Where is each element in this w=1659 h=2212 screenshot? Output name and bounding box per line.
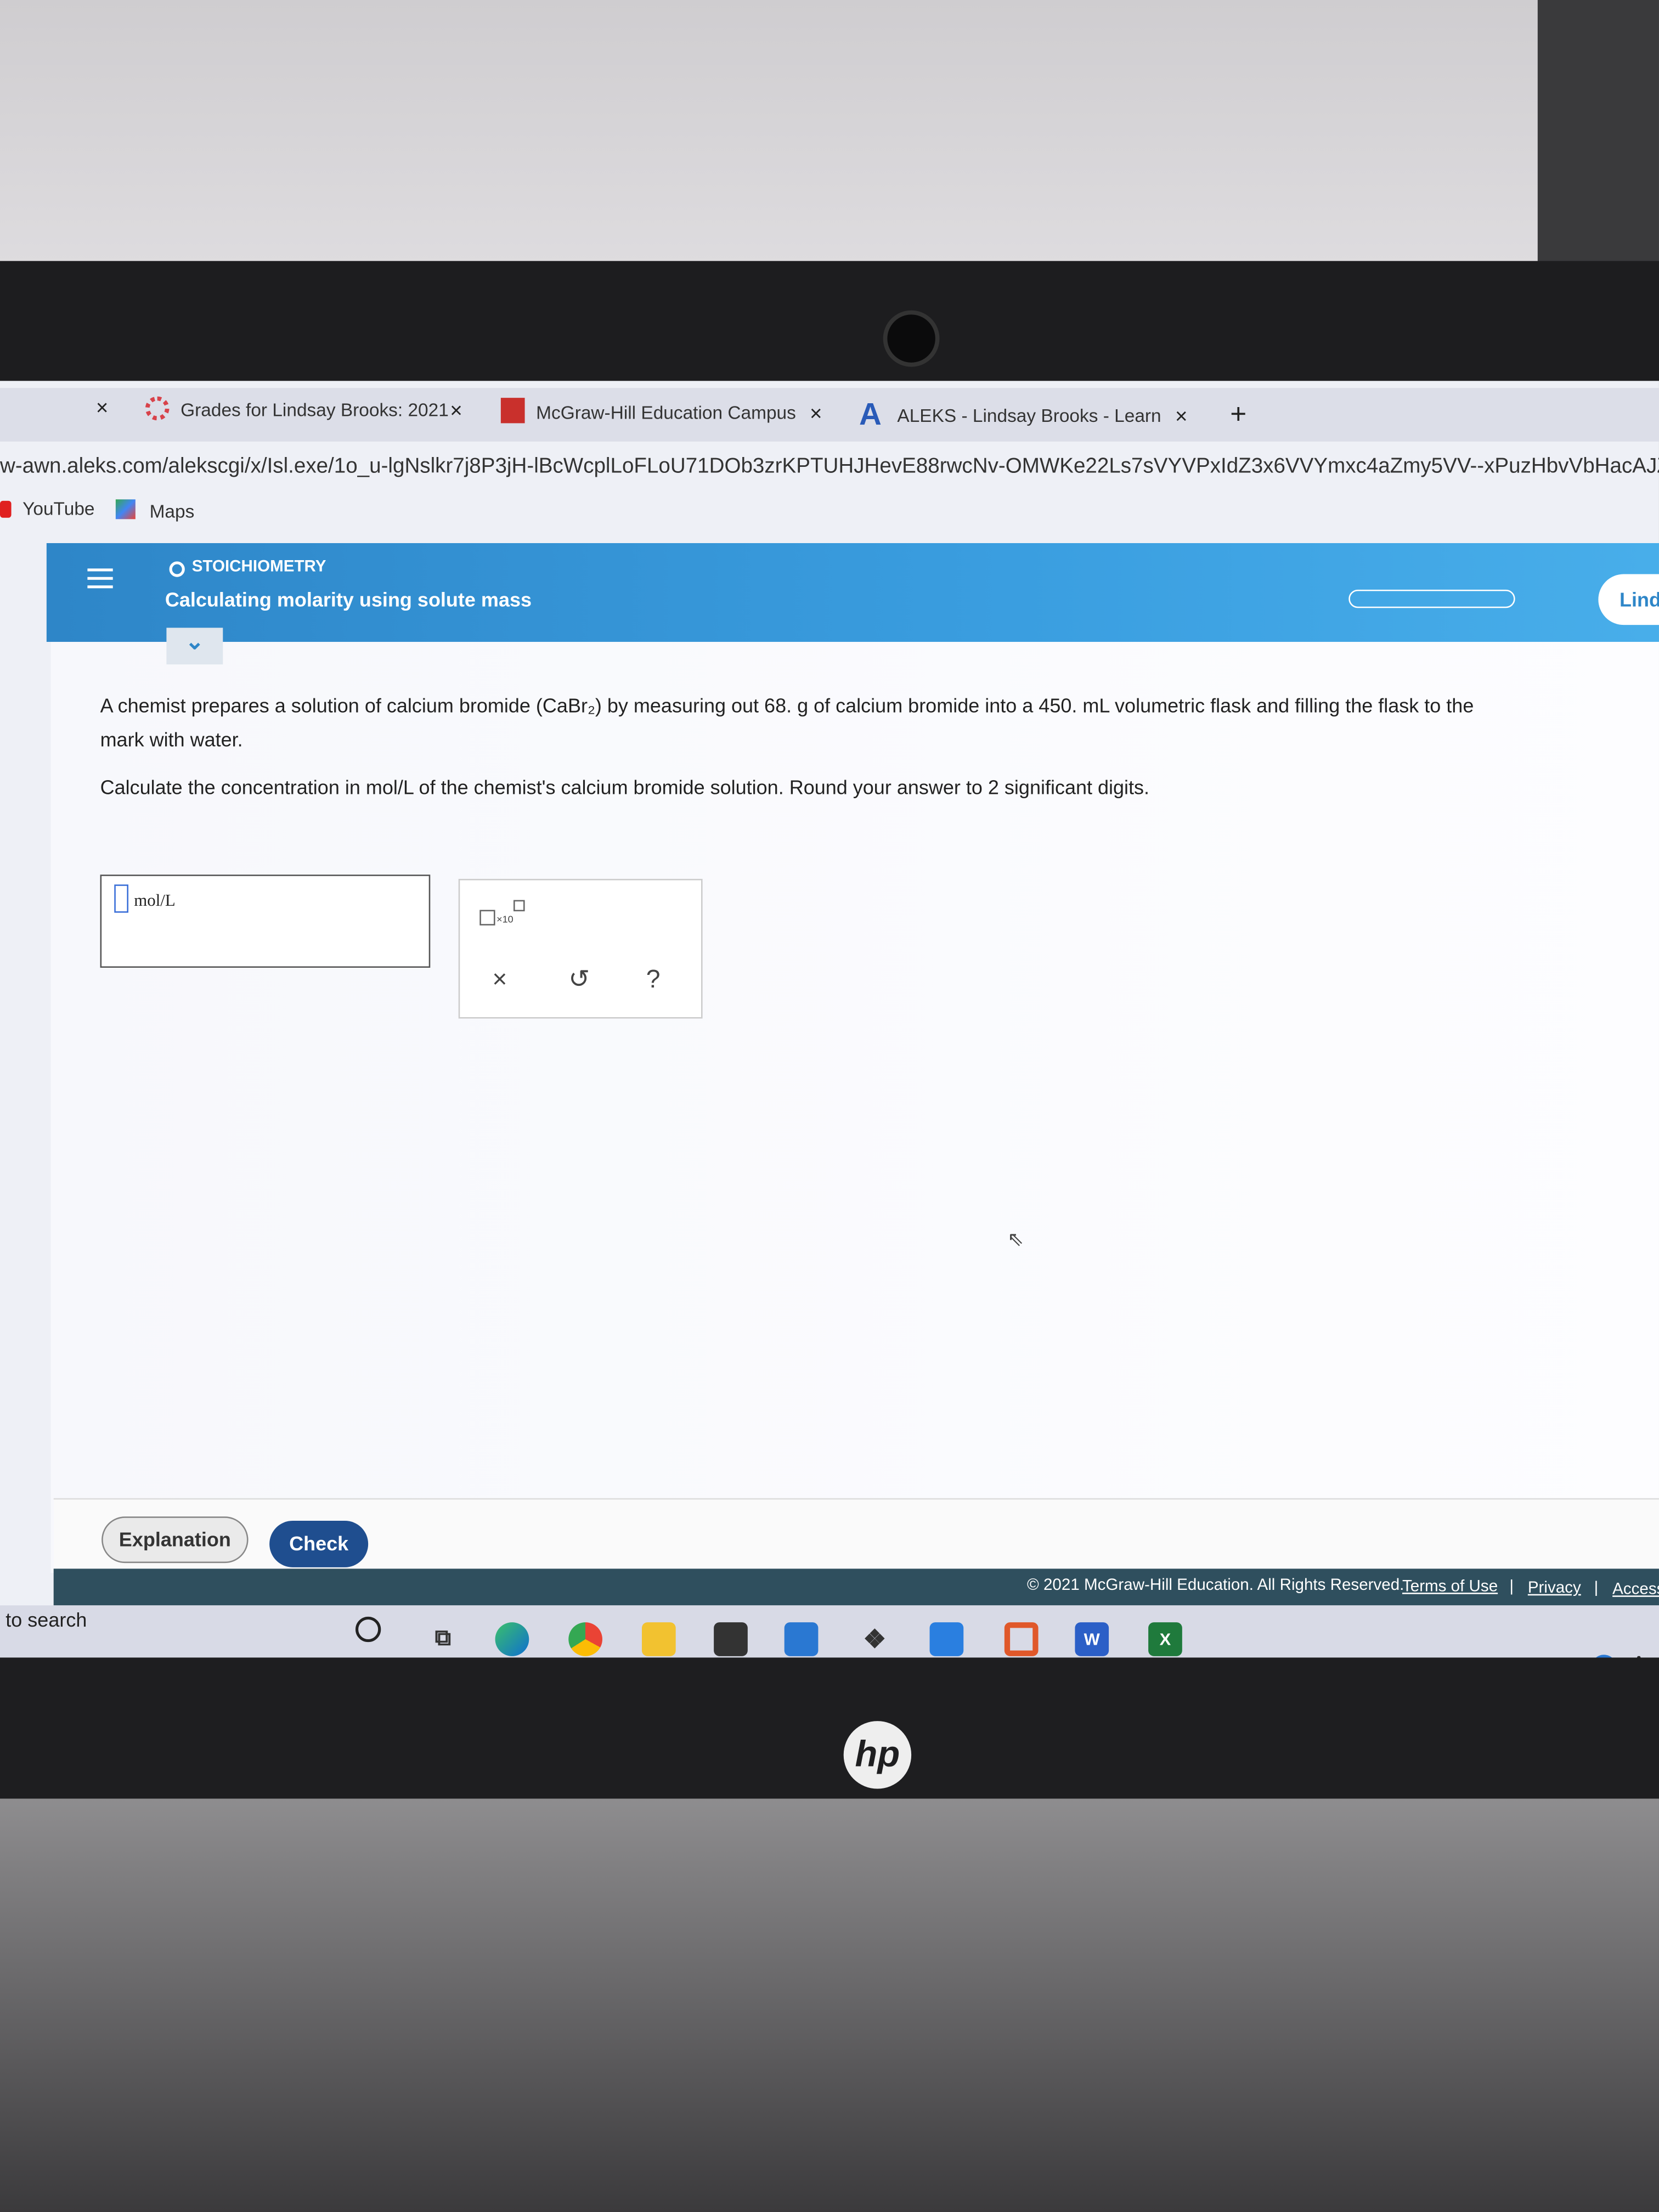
tool-panel — [458, 878, 703, 1019]
chevron-down-icon[interactable]: ⌄ — [166, 628, 223, 665]
wall-edge — [1537, 0, 1659, 268]
progress-bar — [1348, 589, 1515, 608]
word-icon[interactable]: W — [1075, 1622, 1109, 1656]
close-tab-icon[interactable]: × — [1175, 405, 1188, 429]
unit-label: mol/L — [134, 890, 176, 910]
hp-logo: hp — [843, 1721, 912, 1789]
webcam-icon — [883, 310, 940, 367]
close-tab-icon[interactable]: × — [450, 399, 462, 424]
chrome-icon[interactable] — [568, 1622, 602, 1656]
separator: | — [1509, 1578, 1514, 1596]
topic-circle-icon — [169, 561, 185, 577]
accessibility-link[interactable]: Accessibility — [1612, 1582, 1659, 1599]
task-view-icon[interactable]: ⧉ — [426, 1622, 460, 1656]
help-button[interactable]: ? — [646, 965, 661, 995]
topic-label: STOICHIOMETRY — [191, 558, 326, 576]
aleks-a-icon: A — [859, 396, 882, 432]
mcgraw-hill-icon — [500, 398, 525, 424]
cortana-icon[interactable] — [355, 1616, 381, 1643]
dropbox-icon[interactable]: ❖ — [857, 1622, 891, 1656]
close-tab-icon[interactable]: × — [810, 402, 822, 426]
maps-icon — [115, 499, 136, 520]
wall — [0, 0, 1659, 268]
sci-notation-button[interactable] — [479, 910, 495, 926]
question-instruction: Calculate the concentration in mol/L of … — [100, 776, 1150, 799]
answer-input[interactable] — [100, 874, 431, 968]
canvas-icon — [145, 396, 170, 421]
address-bar[interactable]: w-awn.aleks.com/alekscgi/x/Isl.exe/1o_u-… — [0, 454, 1659, 478]
bookmark-maps[interactable]: Maps — [150, 501, 195, 522]
taskbar-search[interactable]: to search — [5, 1608, 87, 1630]
tab-mcgraw-hill[interactable]: McGraw-Hill Education Campus — [536, 402, 796, 424]
new-tab-button[interactable]: + — [1230, 399, 1246, 432]
bookmark-youtube[interactable]: YouTube — [22, 498, 94, 520]
copyright: © 2021 McGraw-Hill Education. All Rights… — [1026, 1577, 1404, 1594]
menu-icon[interactable] — [87, 568, 113, 589]
tab-aleks[interactable]: ALEKS - Lindsay Brooks - Learn — [897, 405, 1161, 426]
power-automate-icon[interactable] — [929, 1622, 964, 1656]
clear-button[interactable]: × — [492, 965, 507, 995]
question-text: mark with water. — [100, 727, 243, 751]
separator: | — [1594, 1579, 1599, 1597]
exponent-box — [513, 900, 525, 912]
explanation-button[interactable]: Explanation — [101, 1516, 249, 1564]
taskbar — [0, 1605, 1659, 1658]
footer: © 2021 McGraw-Hill Education. All Rights… — [53, 1568, 1659, 1606]
mouse-cursor-icon: ⇖ — [1007, 1227, 1024, 1250]
undo-button[interactable]: ↺ — [568, 965, 590, 995]
close-tab-icon[interactable]: × — [96, 397, 109, 421]
answer-field[interactable] — [114, 884, 128, 913]
laptop-bezel — [0, 261, 1659, 395]
privacy-link[interactable]: Privacy — [1528, 1580, 1581, 1597]
user-menu-button[interactable]: Lind — [1598, 574, 1659, 625]
youtube-icon — [0, 500, 12, 518]
keyboard-deck — [0, 1798, 1659, 2212]
edge-icon[interactable] — [495, 1622, 529, 1656]
page-title: Calculating molarity using solute mass — [165, 588, 532, 611]
office-icon[interactable] — [1004, 1622, 1039, 1656]
store-icon[interactable] — [714, 1622, 748, 1656]
check-button[interactable]: Check — [269, 1520, 369, 1567]
x10-label: ×10 — [496, 915, 514, 926]
file-explorer-icon[interactable] — [641, 1622, 676, 1656]
terms-link[interactable]: Terms of Use — [1402, 1578, 1498, 1595]
mail-icon[interactable] — [784, 1622, 819, 1656]
laptop-lower-bezel — [0, 1657, 1659, 1799]
question-text: A chemist prepares a solution of calcium… — [100, 694, 1474, 717]
tab-grades[interactable]: Grades for Lindsay Brooks: 2021 — [180, 399, 449, 421]
excel-icon[interactable]: X — [1148, 1622, 1182, 1656]
